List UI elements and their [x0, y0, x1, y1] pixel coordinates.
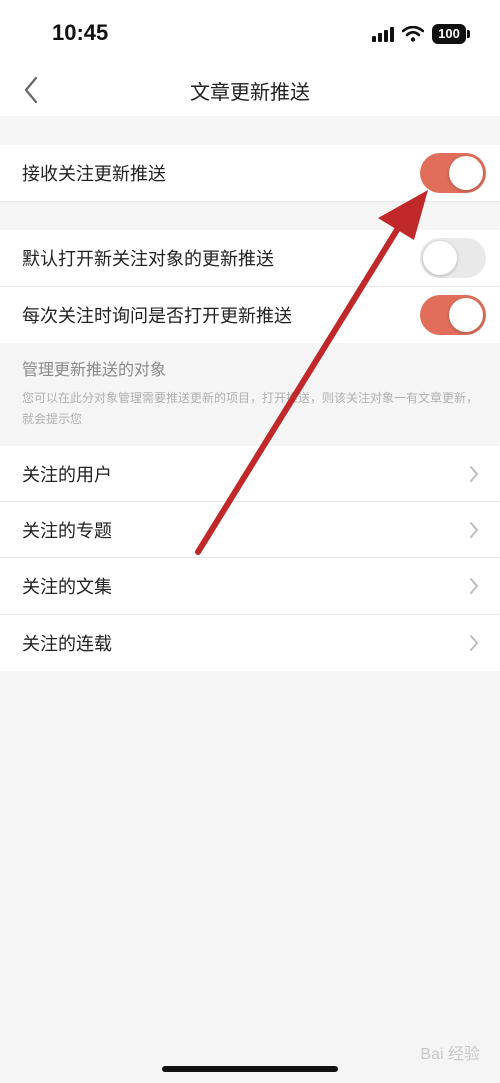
status-time: 10:45 [52, 20, 109, 45]
toggle-knob [449, 156, 483, 190]
status-bar: 10:45 100 [0, 0, 500, 66]
toggle-knob [423, 241, 457, 275]
receive-push-toggle[interactable] [420, 153, 486, 193]
default-open-toggle[interactable] [420, 238, 486, 278]
wifi-icon [402, 26, 424, 42]
chevron-right-icon [470, 578, 478, 594]
chevron-right-icon [470, 466, 478, 482]
list-item-followed-users[interactable]: 关注的用户 [0, 446, 500, 502]
default-open-row: 默认打开新关注对象的更新推送 [0, 230, 500, 286]
default-open-label: 默认打开新关注对象的更新推送 [22, 249, 274, 270]
page-title: 文章更新推送 [190, 80, 310, 104]
divider [0, 201, 500, 202]
list-item-label: 关注的文集 [22, 577, 112, 598]
manage-section-description: 您可以在此分对象管理需要推送更新的项目，打开推送，则该关注对象一有文章更新，就会… [22, 391, 479, 426]
receive-push-label: 接收关注更新推送 [22, 164, 166, 185]
ask-each-time-label: 每次关注时询问是否打开更新推送 [22, 306, 292, 327]
watermark: Bai 经验 [420, 1046, 480, 1063]
nav-bar: 文章更新推送 [0, 66, 500, 116]
status-icons: 100 [372, 22, 470, 46]
chevron-right-icon [470, 635, 478, 651]
list-item-label: 关注的用户 [22, 465, 112, 486]
ask-each-time-toggle[interactable] [420, 295, 486, 335]
battery-icon: 100 [432, 24, 470, 44]
home-indicator [162, 1066, 338, 1072]
signal-icon [372, 26, 394, 42]
list-item-followed-serials[interactable]: 关注的连载 [0, 615, 500, 671]
list-item-label: 关注的专题 [22, 521, 112, 542]
list-item-followed-collections[interactable]: 关注的文集 [0, 558, 500, 614]
list-item-label: 关注的连载 [22, 634, 112, 655]
list-item-followed-topics[interactable]: 关注的专题 [0, 502, 500, 558]
ask-each-time-row: 每次关注时询问是否打开更新推送 [0, 287, 500, 343]
receive-push-row: 接收关注更新推送 [0, 145, 500, 201]
chevron-right-icon [470, 522, 478, 538]
toggle-knob [449, 298, 483, 332]
manage-section-title: 管理更新推送的对象 [22, 360, 167, 379]
